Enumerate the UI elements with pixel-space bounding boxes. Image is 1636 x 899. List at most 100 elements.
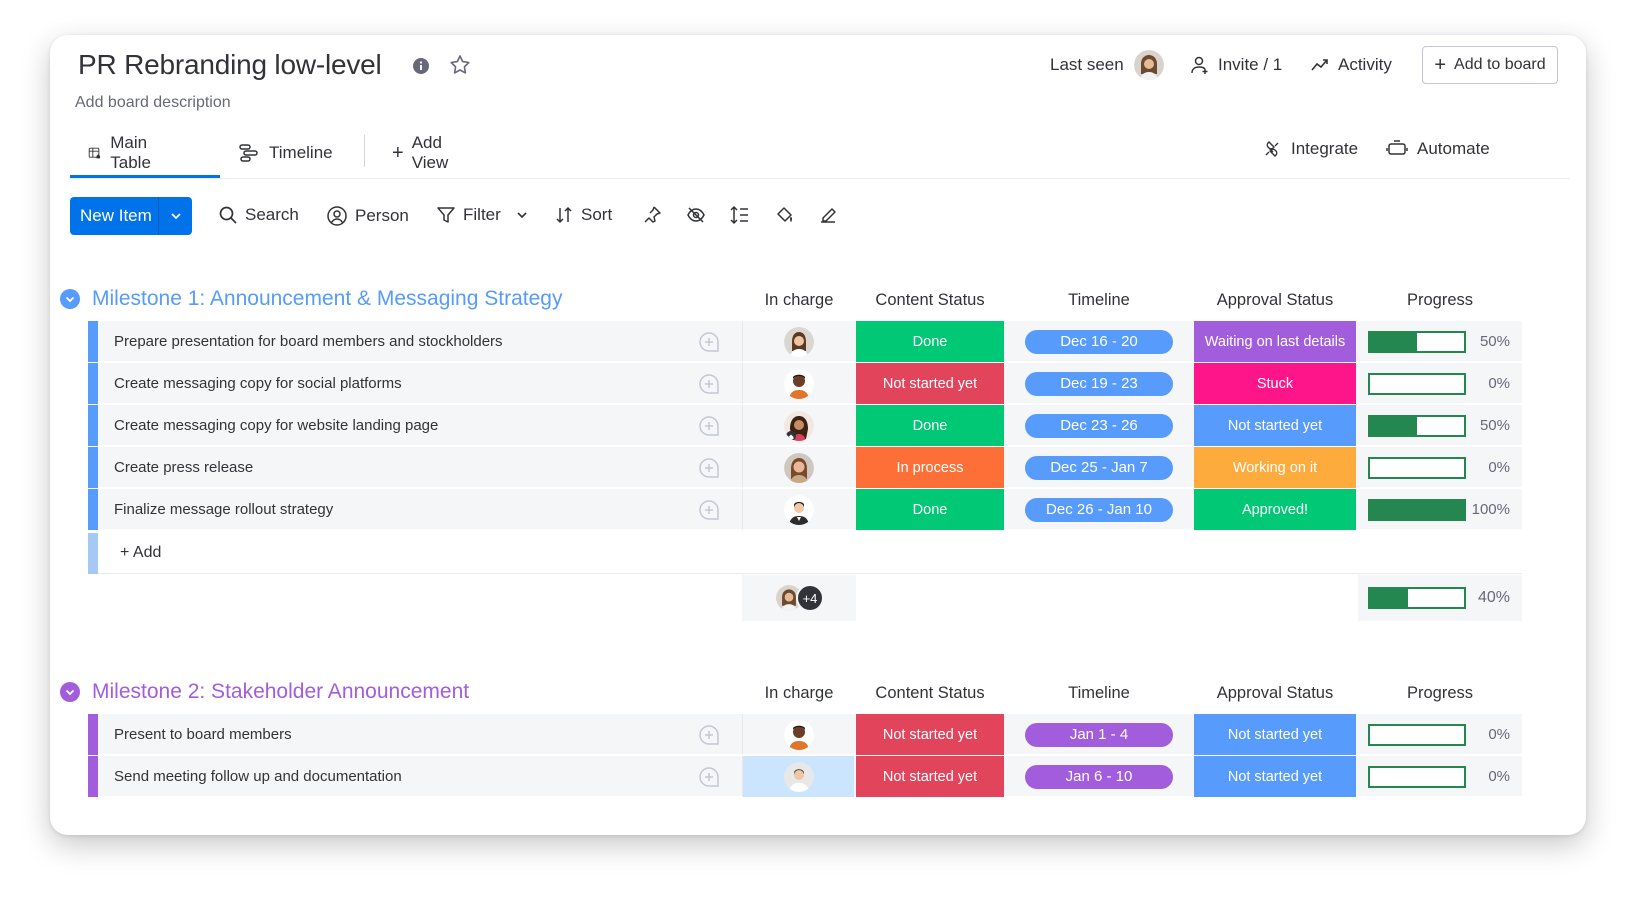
timeline-cell[interactable]: Dec 26 - Jan 10 [1006,489,1192,530]
row-height-icon[interactable] [730,205,750,225]
chevron-down-icon[interactable] [515,208,529,222]
group-title[interactable]: Milestone 2: Stakeholder Announcement [92,680,469,704]
progress-cell: 100% [1358,489,1522,530]
content-status-cell[interactable]: Not started yet [856,363,1004,404]
item-name[interactable]: Create messaging copy for social platfor… [114,375,402,392]
content-status-cell[interactable]: In process [856,447,1004,488]
approval-status-cell[interactable]: Stuck [1194,363,1356,404]
chevron-down-icon[interactable] [60,682,80,702]
add-update-icon[interactable] [697,414,721,438]
content-status-cell[interactable]: Done [856,321,1004,362]
in-charge-cell[interactable] [742,405,854,446]
tab-main-table[interactable]: Main Table [88,127,160,179]
integrate-button[interactable]: Integrate [1262,139,1358,159]
last-seen[interactable]: Last seen [1050,50,1172,80]
approval-status-cell[interactable]: Waiting on last details [1194,321,1356,362]
add-update-icon[interactable] [697,723,721,747]
chevron-down-icon[interactable] [159,209,192,223]
board-title[interactable]: PR Rebranding low-level [78,49,382,81]
new-item-button[interactable]: New Item [70,197,192,235]
timeline-cell[interactable]: Dec 25 - Jan 7 [1006,447,1192,488]
column-header-approval-status[interactable]: Approval Status [1194,291,1356,310]
add-update-icon[interactable] [697,372,721,396]
activity-icon [1311,59,1328,71]
approval-status-cell[interactable]: Working on it [1194,447,1356,488]
person-filter-button[interactable]: Person [326,205,409,227]
star-icon[interactable] [448,53,472,77]
timeline-cell[interactable]: Jan 1 - 4 [1006,714,1192,755]
approval-status-cell[interactable]: Not started yet [1194,714,1356,755]
group-2-header[interactable]: Milestone 2: Stakeholder Announcement [60,680,469,704]
progress-bar [1368,414,1466,437]
edit-icon[interactable] [818,205,838,225]
tab-timeline[interactable]: Timeline [238,127,333,179]
content-status-cell[interactable]: Done [856,489,1004,530]
add-update-icon[interactable] [697,456,721,480]
column-header-timeline[interactable]: Timeline [1006,684,1192,703]
board-description[interactable]: Add board description [75,94,231,112]
invite-button[interactable]: Invite / 1 [1190,55,1282,75]
group-color-bar [88,489,98,530]
invite-label: Invite / 1 [1218,55,1283,74]
info-icon[interactable] [412,57,430,75]
add-update-icon[interactable] [697,765,721,789]
content-status-cell[interactable]: Not started yet [856,714,1004,755]
add-view-button[interactable]: + Add View [392,127,448,179]
in-charge-cell[interactable] [742,363,854,404]
in-charge-cell[interactable] [742,756,854,797]
item-name[interactable]: Prepare presentation for board members a… [114,333,503,350]
in-charge-summary[interactable]: +4 [742,575,856,621]
timeline-cell[interactable]: Dec 19 - 23 [1006,363,1192,404]
column-header-progress[interactable]: Progress [1358,291,1522,310]
add-update-icon[interactable] [697,498,721,522]
chevron-down-icon[interactable] [60,289,80,309]
item-name[interactable]: Finalize message rollout strategy [114,501,333,518]
add-to-board-button[interactable]: + Add to board [1422,46,1558,84]
column-header-content-status[interactable]: Content Status [856,291,1004,310]
group-1-header[interactable]: Milestone 1: Announcement & Messaging St… [60,287,562,311]
tab-main-table-label: Main Table [110,133,151,172]
approval-status-cell[interactable]: Not started yet [1194,405,1356,446]
column-header-content-status[interactable]: Content Status [856,684,1004,703]
color-fill-icon[interactable] [774,205,794,225]
progress-bar [1368,372,1466,395]
activity-button[interactable]: Activity [1310,55,1392,75]
in-charge-cell[interactable] [742,714,854,755]
person-add-icon [1191,56,1208,74]
column-header-approval-status[interactable]: Approval Status [1194,684,1356,703]
filter-button[interactable]: Filter [436,205,536,225]
automate-button[interactable]: Automate [1386,139,1490,159]
item-name[interactable]: Create press release [114,459,253,476]
table-row[interactable]: Present to board members Not started yet… [88,714,1522,755]
sort-button[interactable]: Sort [554,205,612,225]
table-row[interactable]: Finalize message rollout strategy Done D… [88,489,1522,530]
column-header-in-charge[interactable]: In charge [744,684,854,703]
table-row[interactable]: Send meeting follow up and documentation… [88,756,1522,797]
content-status-cell[interactable]: Done [856,405,1004,446]
item-name[interactable]: Create messaging copy for website landin… [114,417,438,434]
content-status-cell[interactable]: Not started yet [856,756,1004,797]
item-name[interactable]: Send meeting follow up and documentation [114,768,402,785]
pin-icon[interactable] [642,205,662,225]
table-row[interactable]: Create messaging copy for social platfor… [88,363,1522,404]
table-row[interactable]: Create messaging copy for website landin… [88,405,1522,446]
in-charge-cell[interactable] [742,489,854,530]
approval-status-cell[interactable]: Approved! [1194,489,1356,530]
hide-icon[interactable] [686,205,706,225]
add-update-icon[interactable] [697,330,721,354]
timeline-cell[interactable]: Jan 6 - 10 [1006,756,1192,797]
in-charge-cell[interactable] [742,447,854,488]
column-header-timeline[interactable]: Timeline [1006,291,1192,310]
column-header-progress[interactable]: Progress [1358,684,1522,703]
timeline-cell[interactable]: Dec 23 - 26 [1006,405,1192,446]
approval-status-cell[interactable]: Not started yet [1194,756,1356,797]
in-charge-cell[interactable] [742,321,854,362]
table-row[interactable]: Prepare presentation for board members a… [88,321,1522,362]
add-item-row[interactable]: + Add [88,533,1522,574]
table-row[interactable]: Create press release In process Dec 25 -… [88,447,1522,488]
column-header-in-charge[interactable]: In charge [744,291,854,310]
item-name[interactable]: Present to board members [114,726,292,743]
group-title[interactable]: Milestone 1: Announcement & Messaging St… [92,287,562,311]
timeline-cell[interactable]: Dec 16 - 20 [1006,321,1192,362]
search-button[interactable]: Search [218,205,299,225]
